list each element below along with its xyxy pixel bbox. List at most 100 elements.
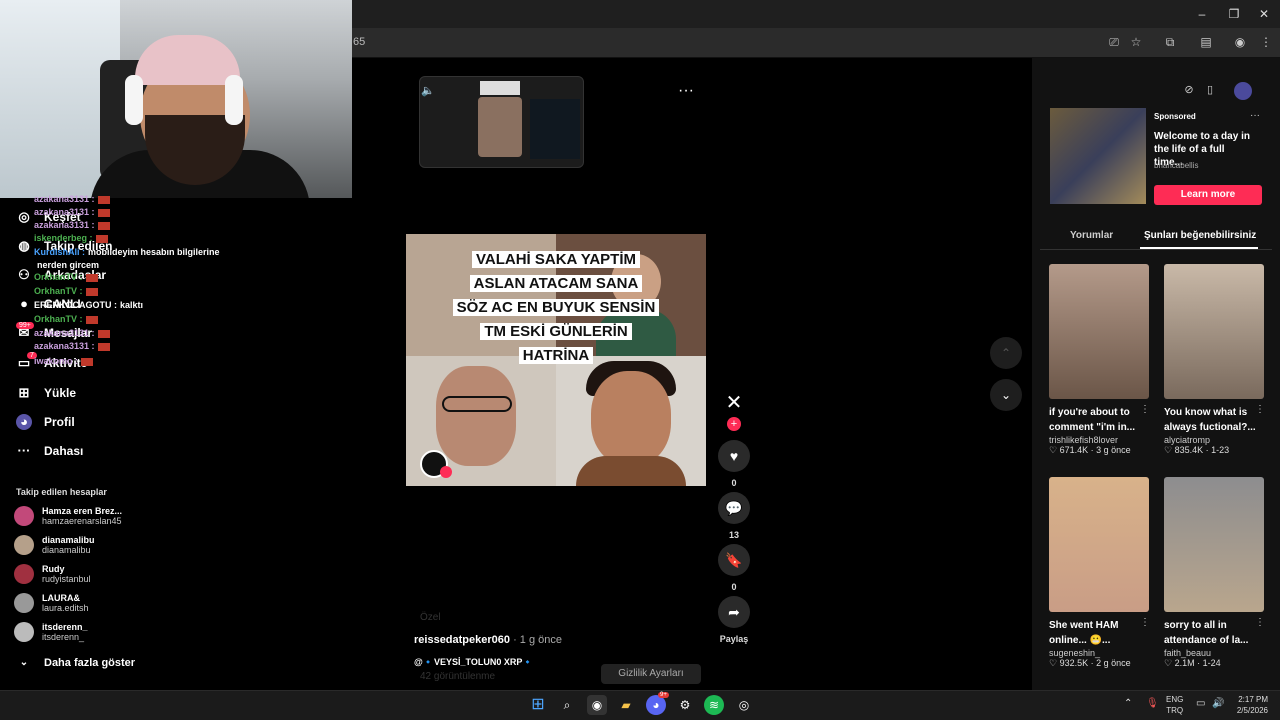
avatar [14, 622, 34, 642]
avatar [14, 506, 34, 526]
more-icon: ··· [17, 443, 31, 458]
card-title[interactable]: You know what is always fuctional?... [1164, 405, 1260, 435]
volume-icon[interactable]: 🔊 [1212, 698, 1224, 709]
nav-profile[interactable]: ◕ Profil [16, 411, 75, 433]
chat-username: OrkhanTV : [34, 286, 83, 296]
discord-badge: 9+ [658, 692, 669, 698]
video-player[interactable]: VALAHİ SAKA YAPTİM ASLAN ATACAM SANA SÖZ… [406, 234, 706, 486]
video-thumbnail[interactable] [1049, 264, 1149, 399]
mini-player[interactable] [419, 76, 584, 168]
save-button[interactable]: 🔖 0 [718, 544, 750, 592]
region-code: TRQ [1166, 706, 1184, 715]
restore-icon[interactable]: ❐ [1226, 6, 1242, 22]
nav-more[interactable]: ··· Dahası [16, 440, 84, 462]
ad-more-icon[interactable]: ··· [1250, 110, 1260, 121]
follow-plus-icon[interactable]: + [727, 417, 741, 431]
followed-account[interactable]: itsderenn_ itsderenn_ [14, 622, 88, 642]
card-title[interactable]: sorry to all in attendance of la... [1164, 618, 1260, 648]
address-text[interactable]: 65 [353, 36, 365, 48]
video-thumbnail[interactable] [1049, 477, 1149, 612]
suggestion-card[interactable]: if you're about to comment "i'm in... tr… [1049, 264, 1149, 456]
save-count: 0 [731, 582, 737, 592]
card-more-icon[interactable]: ⋮ [1255, 617, 1265, 628]
close-icon[interactable]: ✕ [1256, 6, 1272, 22]
followed-account[interactable]: Rudy rudyistanbul [14, 564, 91, 584]
tray-chevron-icon[interactable]: ⌃ [1124, 698, 1132, 709]
browser-menu-icon[interactable]: ⋮ [1258, 34, 1274, 50]
comment-button[interactable]: 💬 13 [718, 492, 750, 540]
card-more-icon[interactable]: ⋮ [1140, 617, 1150, 628]
microphone-icon[interactable]: 🎙 [1146, 698, 1159, 709]
phone-icon[interactable]: ▯ [1202, 82, 1218, 98]
card-username[interactable]: faith_beauu [1164, 648, 1264, 658]
spotify-icon[interactable]: ≋ [704, 695, 724, 715]
card-username[interactable]: sugeneshin_ [1049, 648, 1149, 658]
followed-account[interactable]: dianamalibu dianamalibu [14, 535, 95, 555]
close-overlay-button[interactable]: ✕ + [718, 390, 750, 431]
clock[interactable]: 2:17 PM 2/5/2026 [1232, 694, 1268, 716]
show-more-button[interactable]: ⌄ Daha fazla göster [16, 652, 135, 674]
app-icon[interactable]: ◎ [734, 695, 754, 715]
share-button[interactable]: ➦ Paylaş [716, 596, 752, 644]
language-indicator[interactable]: ENG TRQ [1166, 694, 1183, 716]
next-video-button[interactable]: ⌄ [990, 379, 1022, 411]
like-button[interactable]: ♥ 0 [718, 440, 750, 488]
profile-avatar-icon[interactable]: ◉ [1232, 34, 1248, 50]
start-icon[interactable]: ⊞ [528, 695, 548, 715]
chat-emote-icon [97, 342, 110, 351]
chat-emote-icon [85, 315, 98, 324]
account-name: dianamalibu [42, 535, 95, 545]
folder-icon[interactable]: ▰ [616, 695, 636, 715]
previous-video-button[interactable]: ⌃ [990, 337, 1022, 369]
compass-icon[interactable]: ⊘ [1181, 82, 1197, 98]
video-thumbnail[interactable] [1164, 477, 1264, 612]
learn-more-button[interactable]: Learn more [1154, 185, 1262, 205]
video-tags[interactable]: @🔹VEYSİ_TOLUN0 XRP🔹 [414, 657, 534, 668]
clock-time: 2:17 PM [1238, 695, 1268, 704]
chat-username: KurdishAli : [34, 247, 85, 257]
more-options-icon[interactable]: ··· [678, 82, 694, 100]
sidepanel-icon[interactable]: ▤ [1198, 34, 1214, 50]
card-username[interactable]: trishlikefish8lover [1049, 435, 1149, 445]
card-username[interactable]: alyciatromp [1164, 435, 1264, 445]
minimize-icon[interactable]: – [1194, 6, 1210, 22]
ad-username[interactable]: briancabellis [1154, 161, 1198, 170]
privacy-settings-button[interactable]: Gizlilik Ayarları [601, 664, 701, 684]
speaker-icon[interactable]: 🔈 [421, 84, 435, 97]
nav-upload[interactable]: ⊞ Yükle [16, 382, 76, 404]
chat-message: nerden gircem [34, 260, 99, 270]
bookmark-icon: 🔖 [718, 544, 750, 576]
card-more-icon[interactable]: ⋮ [1255, 404, 1265, 415]
followed-account[interactable]: Hamza eren Brez... hamzaerenarslan45 [14, 506, 122, 526]
card-title[interactable]: if you're about to comment "i'm in... [1049, 405, 1145, 435]
upload-icon: ⊞ [18, 385, 30, 400]
suggestion-card[interactable]: sorry to all in attendance of la... fait… [1164, 477, 1264, 669]
chrome-icon[interactable]: ◉ [587, 695, 607, 715]
network-icon[interactable]: ▭ [1196, 698, 1205, 709]
video-author[interactable]: reissedatpeker060 · 1 g önce [414, 634, 562, 646]
card-more-icon[interactable]: ⋮ [1140, 404, 1150, 415]
steam-icon[interactable]: ⚙ [675, 695, 695, 715]
chat-message: OrkhanTV : [34, 314, 98, 324]
nav-profile-label: Profil [44, 415, 75, 429]
search-icon[interactable]: ⌕ [557, 695, 577, 715]
followed-account[interactable]: LAURA& laura.editsh [14, 593, 89, 613]
card-title[interactable]: She went HAM online... 😬... [1049, 618, 1145, 648]
avatar[interactable] [1234, 82, 1252, 100]
following-accounts-header: Takip edilen hesaplar [16, 487, 107, 497]
suggestion-card[interactable]: She went HAM online... 😬... sugeneshin_ … [1049, 477, 1149, 669]
suggestion-card[interactable]: You know what is always fuctional?... al… [1164, 264, 1264, 456]
tab-comments[interactable]: Yorumlar [1070, 230, 1113, 241]
chat-username: azakana3131 : [34, 328, 95, 338]
author-name[interactable]: reissedatpeker060 [414, 634, 510, 646]
chat-emote-icon [97, 221, 110, 230]
account-username: rudyistanbul [42, 574, 91, 584]
tab-you-may-like[interactable]: Şunları beğenebilirsiniz [1144, 230, 1256, 241]
chat-username: OrkhanTV : [34, 272, 83, 282]
discord-icon[interactable]: ◕ [646, 695, 666, 715]
cast-icon[interactable]: ⎚ [1106, 34, 1122, 50]
ad-thumbnail[interactable] [1050, 108, 1146, 204]
extensions-icon[interactable]: ⧉ [1162, 34, 1178, 50]
bookmark-star-icon[interactable]: ☆ [1128, 34, 1144, 50]
video-thumbnail[interactable] [1164, 264, 1264, 399]
